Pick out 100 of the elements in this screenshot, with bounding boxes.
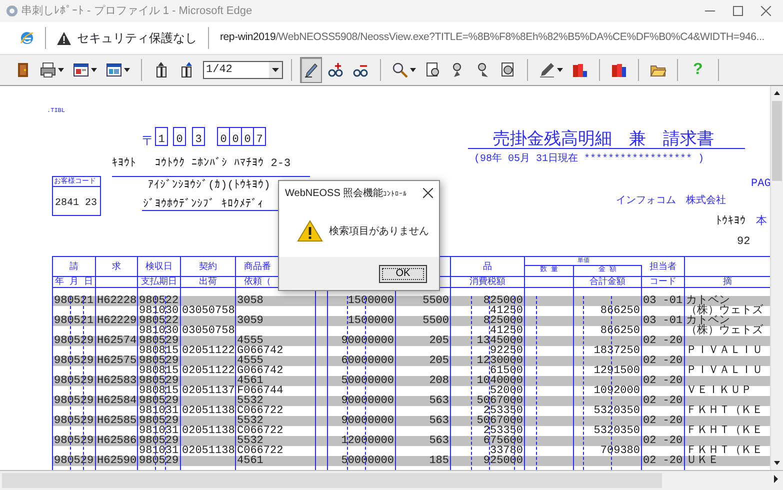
horizontal-scrollbar[interactable]	[0, 470, 783, 490]
table-cell: 1040000	[450, 376, 524, 386]
table-cell: 980522	[137, 296, 180, 306]
table-cell: 3059	[235, 316, 315, 326]
security-label[interactable]: セキュリティ保護なし	[77, 29, 197, 47]
postal-digit: 0	[241, 127, 254, 146]
vertical-scrollbar[interactable]	[770, 86, 783, 470]
postal-digit: 0	[173, 127, 186, 146]
report-title: 売掛金残高明細 兼 請求書	[493, 128, 714, 152]
printer-icon	[40, 62, 56, 78]
table-cell: 4561	[235, 376, 315, 386]
table-cell: 980529	[137, 376, 180, 386]
pointer-right-icon	[475, 62, 491, 78]
browser-icon	[6, 5, 18, 17]
table-cell: 4555	[235, 336, 315, 346]
table-cell: 980529	[137, 456, 180, 466]
table-cell: 4555	[235, 356, 315, 366]
table-cell: 02 -20	[641, 436, 684, 446]
postal-digit: 0	[229, 127, 242, 146]
column-header: コード	[641, 277, 684, 288]
postal-digit: 1	[155, 127, 168, 146]
table-cell: 563	[395, 416, 450, 426]
table-cell: 90000000	[327, 416, 395, 426]
address-field[interactable]: rep-win2019/WebNEOSS5908/NeossView.exe?TITLE=%8B%F8%8Eh%82%B5%DA%CE%DF%B0%C4&WIDTH=946...	[220, 30, 764, 46]
branch-suffix: 本	[756, 214, 767, 230]
branch-number: 92	[737, 235, 750, 250]
column-header: 出荷	[180, 277, 235, 288]
warning-icon	[297, 220, 323, 242]
postal-digit: 0	[217, 127, 230, 146]
page-zoom-icon	[425, 62, 441, 78]
ok-button[interactable]: OK	[379, 264, 427, 282]
dialog-message: 検索項目がありません	[329, 224, 429, 238]
table-cell: H62586	[95, 436, 137, 446]
scroll-thumb[interactable]	[772, 101, 782, 181]
branch-name: ﾄｳｷﾖｳ	[716, 214, 746, 230]
table-cell: H62575	[95, 356, 137, 366]
table-cell: H62590	[95, 456, 137, 466]
table-cell: 50000000	[327, 456, 395, 466]
column-header: 合計金額	[573, 277, 641, 288]
column-header: 求	[95, 257, 137, 283]
caret-icon	[124, 68, 130, 72]
door-icon	[15, 62, 31, 78]
postal-digit: 3	[192, 127, 205, 146]
binoculars-plus-icon	[328, 62, 344, 78]
table-cell: 980529	[52, 376, 95, 386]
window-title: 串刺しﾚﾎﾟｰﾄ - プロファイル 1 - Microsoft Edge	[21, 4, 252, 19]
postal-digit: 7	[253, 127, 266, 146]
table-cell: 675600	[450, 436, 524, 446]
table-cell: 5500	[395, 316, 450, 326]
recipient-name: ｱｲｼﾞﾝｼﾖｳｼﾞ(ｶ)(ﾄｳｷﾖｳ)	[148, 178, 270, 194]
table-cell: 50000000	[327, 376, 395, 386]
table-cell: 5067000	[450, 416, 524, 426]
as-of-date: (98年 05月 31日現在 ****************** )	[474, 152, 704, 167]
table-cell: H62584	[95, 396, 137, 406]
table-cell: 1500000	[327, 316, 395, 326]
table-cell: 3058	[235, 296, 315, 306]
table-cell: 825000	[450, 316, 524, 326]
column-header: 年 月 日	[52, 277, 95, 288]
table-cell: 980529	[137, 336, 180, 346]
caret-icon	[91, 68, 97, 72]
table-cell: 980529	[137, 436, 180, 446]
table-cell: 12000000	[327, 436, 395, 446]
caret-icon	[410, 68, 416, 72]
address-text: ｺｳﾄｳｸ ﾆﾎﾝﾊﾞｼ ﾊﾏﾁﾖｳ 2-3	[155, 156, 291, 172]
recipient-department: ｼﾞﾖｳﾎｳﾃﾞﾝｼﾌﾞ ｷﾛｸﾒﾃﾞｨ	[143, 197, 264, 213]
table-cell: 60000000	[327, 356, 395, 366]
magnifier-icon	[392, 62, 408, 78]
table-cell: 02 -20	[641, 376, 684, 386]
page-label: PAG	[751, 177, 770, 192]
table-cell: 03 -01	[641, 316, 684, 326]
close-icon[interactable]	[423, 188, 433, 198]
table-cell: H62228	[95, 296, 137, 306]
table-cell: 02 -20	[641, 456, 684, 466]
table-cell: 5532	[235, 416, 315, 426]
maximize-icon[interactable]	[733, 6, 743, 16]
page-select[interactable]: 1/42	[203, 61, 283, 79]
caret-icon	[58, 68, 64, 72]
page-search-icon	[500, 62, 516, 78]
column-header: 消費税額	[450, 277, 524, 288]
table-cell: 1345000	[450, 336, 524, 346]
table-cell: H62585	[95, 416, 137, 426]
table-cell: 980529	[52, 416, 95, 426]
table-cell: 5532	[235, 436, 315, 446]
table-cell: 825000	[450, 296, 524, 306]
table-cell: 980522	[137, 316, 180, 326]
table-cell: H62574	[95, 336, 137, 346]
table-cell: 980529	[52, 396, 95, 406]
pencil-icon	[539, 62, 555, 78]
table-cell: 5500	[395, 296, 450, 306]
table-cell: 563	[395, 436, 450, 446]
table-cell: 1500000	[327, 296, 395, 306]
table-cell: H62583	[95, 376, 137, 386]
browser-logo-icon	[20, 31, 34, 45]
dropdown-icon[interactable]	[269, 62, 282, 78]
table-cell: 185	[395, 456, 450, 466]
table-cell: 02 -20	[641, 396, 684, 406]
books-icon	[572, 62, 588, 78]
table-cell: 205	[395, 356, 450, 366]
pen-button[interactable]	[300, 57, 322, 83]
table-cell: 5067000	[450, 396, 524, 406]
